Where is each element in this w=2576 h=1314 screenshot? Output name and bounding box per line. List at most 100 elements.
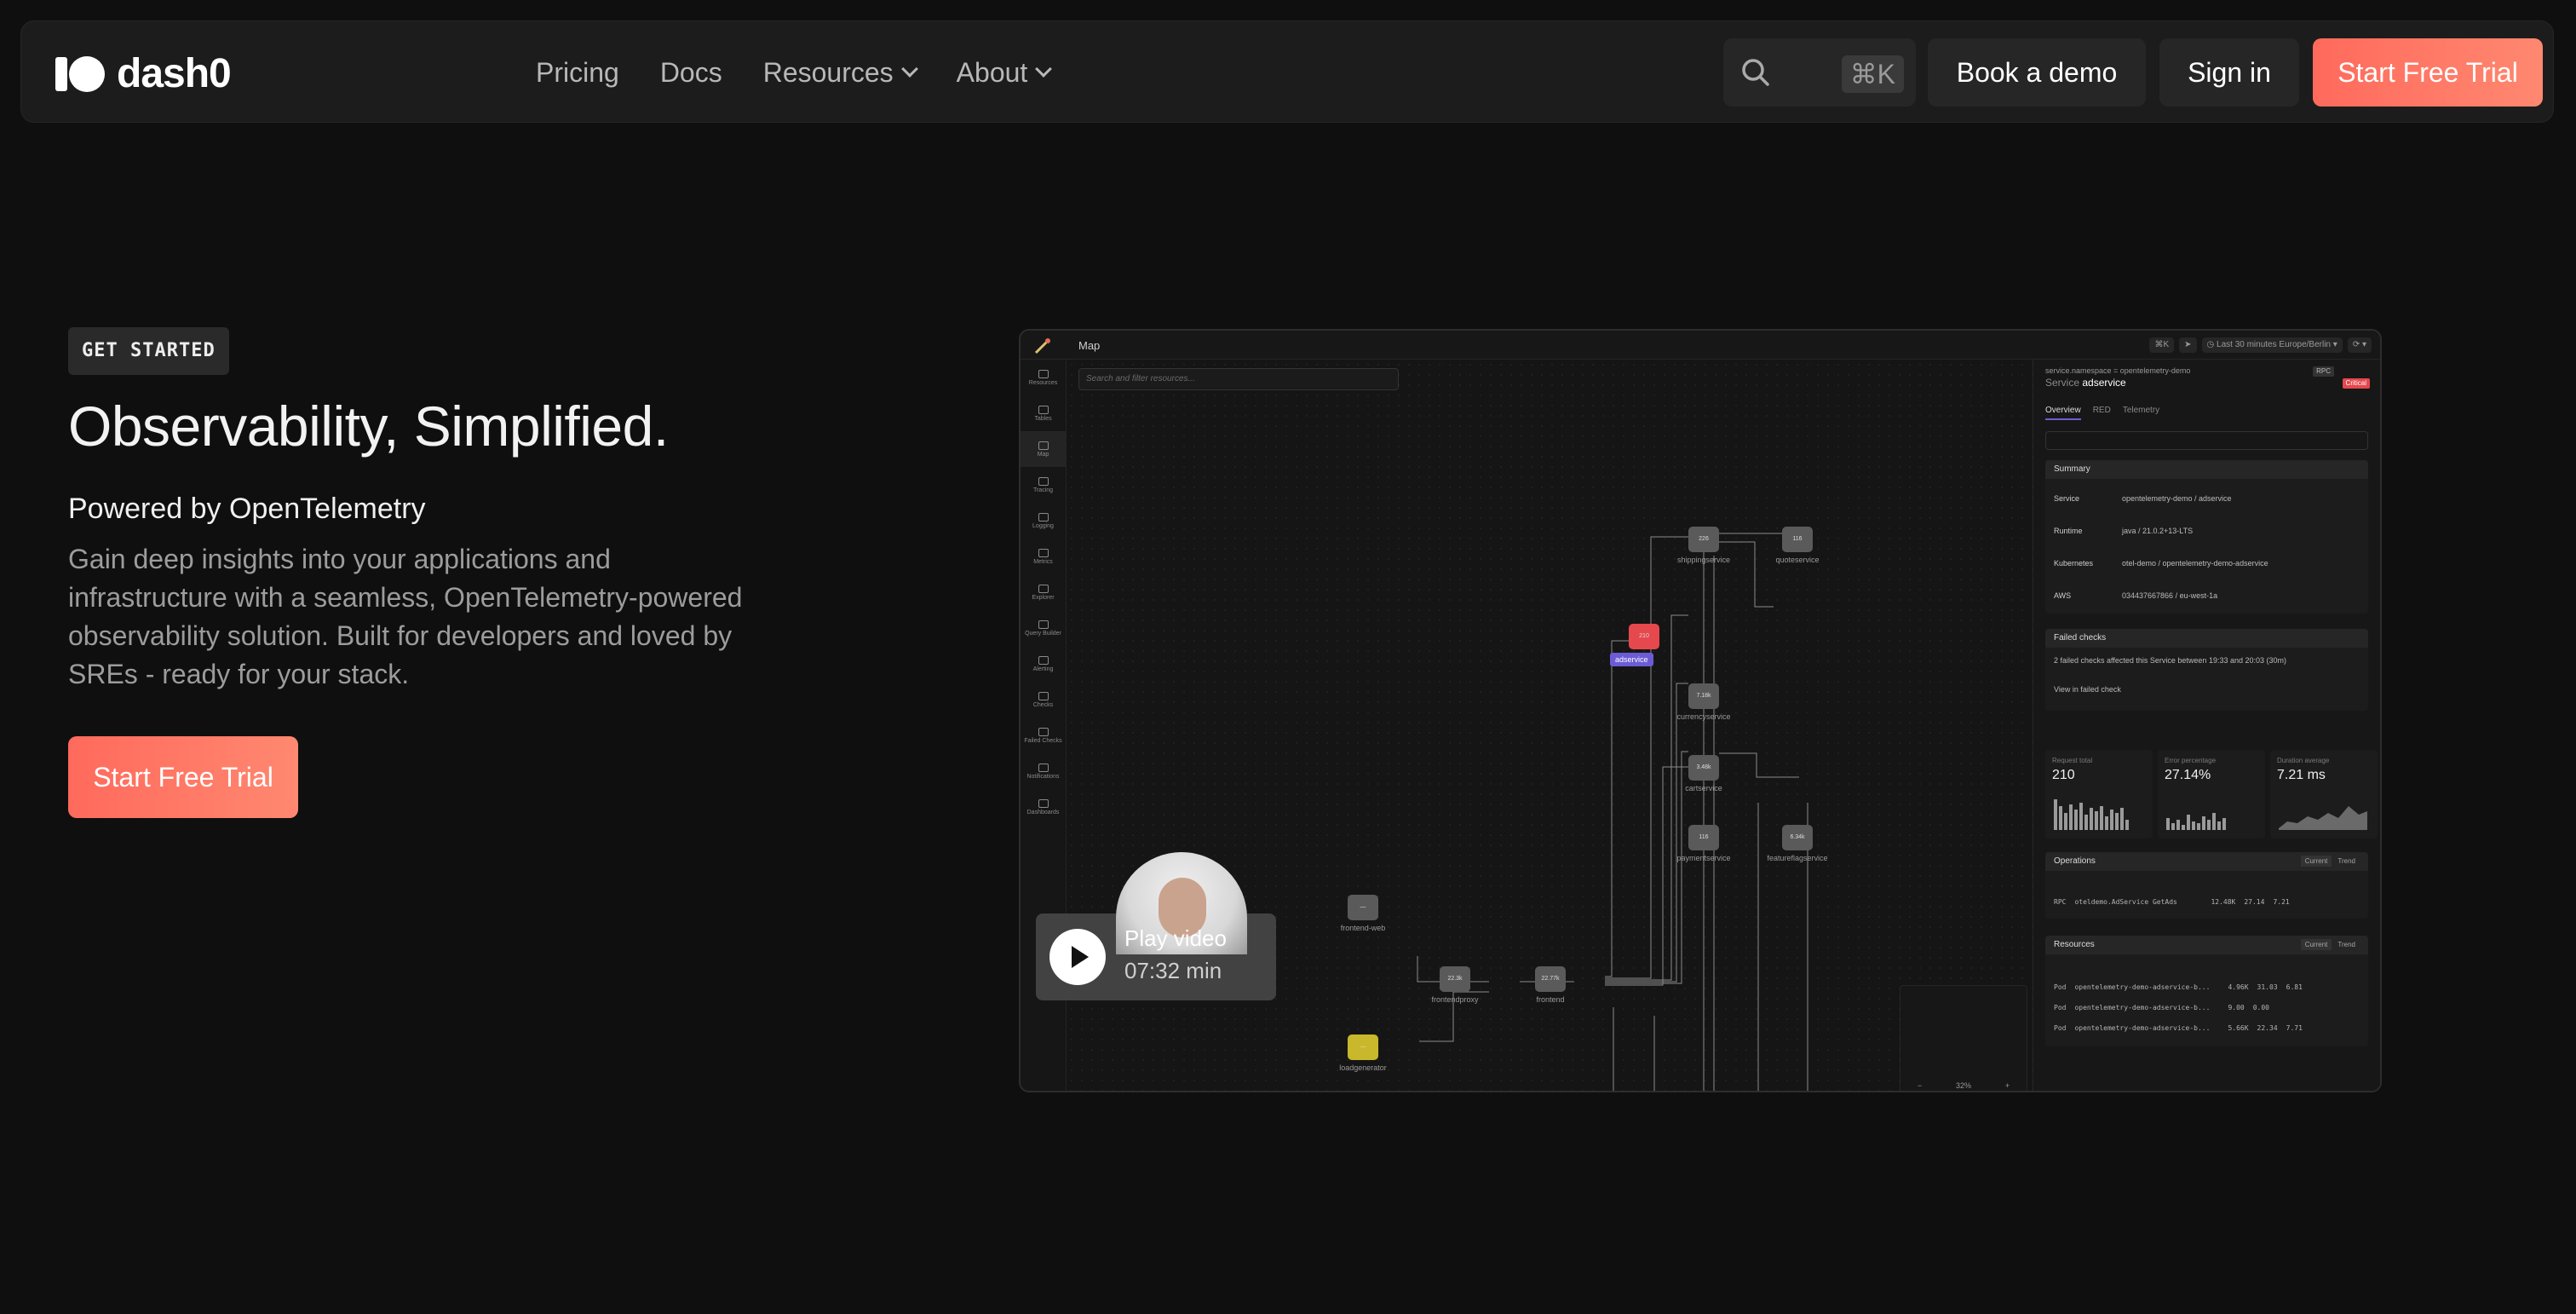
video-duration: 07:32 min: [1124, 958, 1222, 983]
sidebar-item-label: Tracing: [1032, 487, 1054, 493]
resource-row[interactable]: Pod opentelemetry-demo-adservice-b... 5.66…: [2054, 1024, 2303, 1032]
sidebar-item-notifications[interactable]: Notifications: [1021, 753, 1066, 789]
sidebar-item-checks[interactable]: Checks: [1021, 682, 1066, 718]
map-node-label: currencyservice: [1676, 712, 1731, 721]
sidebar-item-query-builder[interactable]: Query Builder: [1021, 610, 1066, 646]
book-demo-button[interactable]: Book a demo: [1928, 38, 2146, 107]
tab-overview[interactable]: Overview: [2045, 406, 2081, 420]
sidebar-icon: [1038, 655, 1049, 665]
sidebar-item-tracing[interactable]: Tracing: [1021, 467, 1066, 503]
request-sparkline: [2054, 796, 2129, 830]
sidebar-item-label: Query Builder: [1025, 630, 1061, 637]
resources-card: Resources Current Trend Pod opentelemetry-…: [2045, 936, 2368, 1046]
telescope-icon: [1034, 338, 1050, 354]
top-navigation: dash0 Pricing Docs Resources About ⌘K Bo…: [20, 20, 2554, 123]
sidebar-item-resources[interactable]: Resources: [1021, 360, 1066, 395]
map-node-quoteservice[interactable]: 116: [1782, 527, 1813, 552]
current-toggle[interactable]: Current: [2300, 856, 2332, 867]
nav-link-pricing[interactable]: Pricing: [536, 57, 619, 89]
map-node-adservice[interactable]: 210: [1629, 624, 1659, 649]
sidebar-item-failed-checks[interactable]: Failed Checks: [1021, 718, 1066, 753]
summary-row: Kubernetes otel-demo / opentelemetry-demo…: [2054, 559, 2268, 568]
map-node-frontend-web[interactable]: —: [1348, 895, 1378, 920]
sidebar-icon: [1038, 405, 1049, 414]
current-toggle[interactable]: Current: [2300, 939, 2332, 950]
sidebar-item-label: Checks: [1032, 701, 1054, 708]
app-time-range[interactable]: ◷ Last 30 minutes Europe/Berlin ▾: [2201, 337, 2343, 353]
trend-toggle[interactable]: Trend: [2333, 939, 2360, 950]
sign-in-button[interactable]: Sign in: [2159, 38, 2299, 107]
summary-row: Runtime java / 21.0.2+13-LTS: [2054, 527, 2194, 535]
sidebar-item-label: Explorer: [1032, 594, 1055, 601]
sidebar-icon: [1038, 798, 1049, 808]
map-node-frontend[interactable]: 22.77k: [1535, 966, 1566, 992]
map-node-label: frontend: [1536, 995, 1565, 1004]
app-command-button[interactable]: ⌘K: [2149, 337, 2175, 353]
sidebar-icon: [1038, 548, 1049, 557]
play-video-card[interactable]: Play video 07:32 min: [1036, 852, 1276, 1000]
map-node-frontendproxy[interactable]: 22.3k: [1440, 966, 1470, 992]
zoom-level: 32%: [1955, 1081, 1971, 1090]
tab-red[interactable]: RED: [2093, 406, 2111, 420]
summary-title: Summary: [2045, 460, 2368, 479]
play-icon[interactable]: [1049, 929, 1106, 985]
nav-link-docs[interactable]: Docs: [660, 57, 722, 89]
sidebar-item-metrics[interactable]: Metrics: [1021, 539, 1066, 574]
trend-toggle[interactable]: Trend: [2333, 856, 2360, 867]
nav-link-resources[interactable]: Resources: [763, 57, 918, 89]
operation-row[interactable]: RPC oteldemo.AdService GetAds 12.48K 27.14 7…: [2054, 898, 2290, 906]
critical-badge: Critical: [2342, 378, 2370, 389]
stat-duration-average: Duration average 7.21 ms: [2270, 750, 2378, 839]
stat-error-percentage: Error percentage 27.14%: [2158, 750, 2265, 839]
panel-service-heading: Service adservice: [2045, 377, 2126, 389]
app-share-button[interactable]: ➤: [2179, 337, 2197, 353]
map-node-cartservice[interactable]: 3.48k: [1688, 755, 1719, 781]
product-screenshot: Map ⌘K ➤ ◷ Last 30 minutes Europe/Berlin…: [1019, 329, 2382, 1092]
search-icon: [1742, 59, 1769, 86]
map-node-loadgenerator[interactable]: —: [1348, 1034, 1378, 1060]
nav-start-trial-button[interactable]: Start Free Trial: [2313, 38, 2543, 107]
search-button[interactable]: ⌘K: [1723, 38, 1916, 107]
sidebar-item-map[interactable]: Map: [1021, 431, 1066, 467]
sidebar-item-logging[interactable]: Logging: [1021, 503, 1066, 539]
sidebar-item-dashboards[interactable]: Dashboards: [1021, 789, 1066, 825]
sidebar-item-tables[interactable]: Tables: [1021, 395, 1066, 431]
service-name: adservice: [2082, 377, 2126, 389]
map-node-paymentservice[interactable]: 116: [1688, 825, 1719, 850]
map-node-label: featureflagservice: [1767, 854, 1828, 862]
video-title: Play video: [1124, 925, 1227, 951]
sidebar-icon: [1038, 369, 1049, 378]
zoom-in-button[interactable]: +: [2005, 1081, 2010, 1090]
error-sparkline: [2166, 796, 2226, 830]
resource-row[interactable]: Pod opentelemetry-demo-adservice-b... 4.96…: [2054, 983, 2303, 991]
hero-title: Observability, Simplified.: [68, 395, 669, 458]
view-failed-check-link[interactable]: View in failed check: [2054, 685, 2121, 694]
map-node-currencyservice[interactable]: 7.18k: [1688, 683, 1719, 709]
summary-row: AWS 034437667866 / eu-west-1a: [2054, 591, 2218, 600]
sidebar-item-label: Alerting: [1032, 666, 1054, 672]
nav-link-about-label: About: [956, 56, 1028, 88]
map-node-shippingservice[interactable]: 226: [1688, 527, 1719, 552]
map-minimap[interactable]: − 32% +: [1900, 985, 2027, 1091]
map-node-featureflagservice[interactable]: 6.34k: [1782, 825, 1813, 850]
sidebar-item-alerting[interactable]: Alerting: [1021, 646, 1066, 682]
service-prefix: Service: [2045, 377, 2080, 389]
map-node-label: paymentservice: [1676, 854, 1731, 862]
app-refresh-button[interactable]: ⟳ ▾: [2347, 337, 2372, 353]
zoom-out-button[interactable]: −: [1918, 1081, 1922, 1090]
sidebar-icon: [1038, 763, 1049, 772]
app-page-title: Map: [1078, 339, 1101, 352]
sidebar-item-explorer[interactable]: Explorer: [1021, 574, 1066, 610]
brand-logo[interactable]: dash0: [55, 50, 232, 97]
map-node-label: cartservice: [1685, 784, 1722, 792]
failed-checks-title: Failed checks: [2045, 629, 2368, 648]
selected-node-label: adservice: [1610, 653, 1653, 666]
dash0-logo-icon: [55, 55, 105, 92]
panel-search-input[interactable]: [2045, 431, 2368, 450]
nav-link-about[interactable]: About: [956, 56, 1053, 89]
tab-telemetry[interactable]: Telemetry: [2123, 406, 2159, 420]
brand-name: dash0: [117, 51, 232, 96]
hero-start-trial-button[interactable]: Start Free Trial: [68, 736, 298, 818]
map-node-label: frontend-web: [1340, 924, 1386, 932]
resource-row[interactable]: Pod opentelemetry-demo-adservice-b... 9.00…: [2054, 1004, 2278, 1011]
